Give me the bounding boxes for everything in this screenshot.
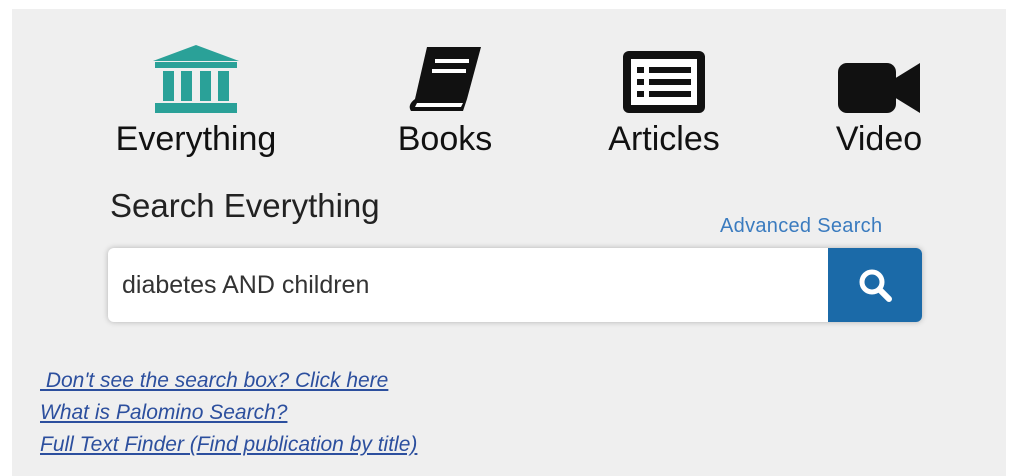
source-tabs: Everything Books Articles Video xyxy=(12,43,1006,173)
tab-articles[interactable]: Articles xyxy=(590,43,738,173)
help-links: Don't see the search box? Click here Wha… xyxy=(40,365,417,461)
about-palomino-link[interactable]: What is Palomino Search? xyxy=(40,397,417,429)
book-icon xyxy=(405,43,485,115)
tab-everything[interactable]: Everything xyxy=(100,43,292,173)
search-heading: Search Everything xyxy=(110,187,380,224)
video-camera-icon xyxy=(836,43,922,115)
tab-articles-label: Articles xyxy=(608,120,720,158)
advanced-search-link[interactable]: Advanced Search xyxy=(720,215,882,238)
tab-books[interactable]: Books xyxy=(382,43,508,173)
search-box xyxy=(108,248,922,322)
full-text-finder-link[interactable]: Full Text Finder (Find publication by ti… xyxy=(40,429,417,461)
tab-video-label: Video xyxy=(835,120,923,158)
tab-video[interactable]: Video xyxy=(820,43,938,173)
search-icon xyxy=(859,269,892,302)
tab-everything-label: Everything xyxy=(115,120,277,158)
library-icon xyxy=(151,43,241,115)
tab-books-label: Books xyxy=(397,120,493,158)
search-input[interactable] xyxy=(108,248,826,322)
article-icon xyxy=(621,43,707,115)
missing-search-box-link[interactable]: Don't see the search box? Click here xyxy=(40,365,417,397)
search-panel: Everything Books Articles Video Search E… xyxy=(12,9,1006,476)
search-button[interactable] xyxy=(828,248,922,322)
